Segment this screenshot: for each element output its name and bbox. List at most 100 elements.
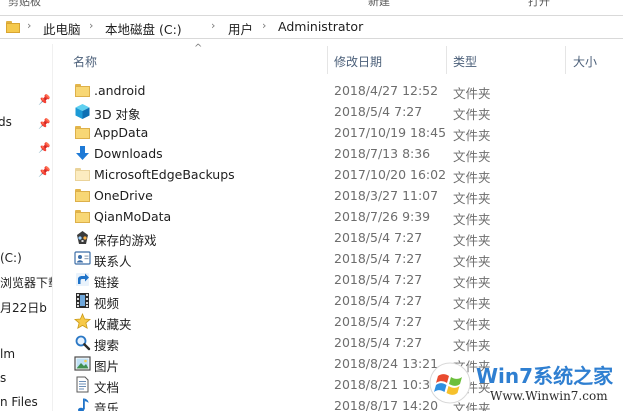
file-date: 2018/7/26 9:39	[334, 209, 431, 224]
folder-icon	[74, 124, 91, 141]
folder-icon	[74, 187, 91, 204]
file-name: 3D 对象	[94, 107, 141, 122]
file-date: 2018/8/24 13:21	[334, 356, 439, 371]
file-type: 文件夹	[453, 254, 491, 269]
file-name: 音乐	[94, 401, 120, 411]
column-header-type[interactable]: 类型	[453, 53, 477, 70]
file-date: 2018/4/27 12:52	[334, 83, 439, 98]
file-row[interactable]: 保存的游戏 2018/5/4 7:27 文件夹	[53, 227, 623, 248]
nav-item-date-folder[interactable]: 月22日b	[0, 299, 47, 316]
column-divider[interactable]	[327, 46, 328, 74]
pin-icon[interactable]: 📌	[38, 168, 50, 178]
file-date: 2018/5/4 7:27	[334, 335, 423, 350]
file-type: 文件夹	[453, 191, 491, 206]
address-bar[interactable]: › 此电脑 › 本地磁盘 (C:) › 用户 › Administrator	[0, 15, 623, 39]
file-type: 文件夹	[453, 296, 491, 311]
pictures-icon	[74, 355, 91, 372]
file-type: 文件夹	[453, 338, 491, 353]
nav-item[interactable]: ds	[0, 115, 12, 129]
column-header-date[interactable]: 修改日期	[334, 53, 382, 70]
chevron-right-icon[interactable]: ›	[262, 19, 266, 32]
column-divider[interactable]	[446, 46, 447, 74]
file-row[interactable]: QianMoData 2018/7/26 9:39 文件夹	[53, 206, 623, 227]
watermark-title: Win7系统之家	[476, 364, 614, 388]
file-type: 文件夹	[453, 86, 491, 101]
file-date: 2018/7/13 8:36	[334, 146, 431, 161]
file-name: 文档	[94, 380, 120, 395]
nav-item-drive-c[interactable]: (C:)	[0, 251, 22, 265]
file-name: QianMoData	[94, 209, 172, 224]
breadcrumb-local-disk[interactable]: 本地磁盘 (C:)	[105, 19, 182, 38]
file-name: 保存的游戏	[94, 233, 157, 248]
file-type: 文件夹	[453, 317, 491, 332]
file-name: MicrosoftEdgeBackups	[94, 167, 235, 182]
address-row: › 此电脑 › 本地磁盘 (C:) › 用户 › Administrator	[0, 8, 623, 44]
file-type: 文件夹	[453, 233, 491, 248]
music-icon	[74, 397, 91, 411]
chevron-right-icon[interactable]: ›	[89, 19, 93, 32]
ribbon-strip: 剪贴板 新建 打开	[0, 0, 623, 8]
file-name: AppData	[94, 125, 149, 140]
chevron-right-icon[interactable]: ›	[27, 19, 31, 32]
sort-ascending-icon: ^	[194, 43, 203, 54]
videos-icon	[74, 292, 91, 309]
ribbon-open-label[interactable]: 打开	[528, 0, 550, 8]
file-type: 文件夹	[453, 275, 491, 290]
pin-icon[interactable]: 📌	[38, 120, 50, 130]
ribbon-new-label[interactable]: 新建	[368, 0, 390, 8]
file-name: 搜索	[94, 338, 120, 353]
file-name: 联系人	[94, 254, 132, 269]
file-date: 2018/5/4 7:27	[334, 293, 423, 308]
download-icon	[74, 145, 91, 162]
file-row[interactable]: OneDrive 2018/3/27 11:07 文件夹	[53, 185, 623, 206]
file-name: Downloads	[94, 146, 163, 161]
column-header-name[interactable]: 名称	[73, 53, 97, 70]
file-date: 2017/10/20 16:02	[334, 167, 447, 182]
file-date: 2018/3/27 11:07	[334, 188, 439, 203]
breadcrumb-administrator[interactable]: Administrator	[278, 19, 363, 34]
favorites-icon	[74, 312, 91, 330]
file-row[interactable]: 收藏夹 2018/5/4 7:27 文件夹	[53, 311, 623, 332]
breadcrumb-users[interactable]: 用户	[228, 19, 253, 38]
file-row[interactable]: 3D 对象 2018/5/4 7:27 文件夹	[53, 101, 623, 122]
nav-item[interactable]: lm	[0, 347, 15, 361]
file-row[interactable]: AppData 2017/10/19 18:45 文件夹	[53, 122, 623, 143]
ribbon-clipboard-label[interactable]: 剪贴板	[8, 0, 41, 8]
chevron-right-icon[interactable]: ›	[211, 19, 215, 32]
file-name: 链接	[94, 275, 120, 290]
nav-item[interactable]: s	[0, 371, 6, 385]
column-header-size[interactable]: 大小	[573, 53, 597, 70]
contacts-icon	[74, 250, 91, 267]
file-row[interactable]: .android 2018/4/27 12:52 文件夹	[53, 80, 623, 101]
file-date: 2018/5/4 7:27	[334, 251, 423, 266]
file-name: 视频	[94, 296, 120, 311]
file-date: 2018/5/4 7:27	[334, 314, 423, 329]
file-row[interactable]: 链接 2018/5/4 7:27 文件夹	[53, 269, 623, 290]
file-row[interactable]: 视频 2018/5/4 7:27 文件夹	[53, 290, 623, 311]
file-date: 2018/5/4 7:27	[334, 272, 423, 287]
folder-icon	[74, 208, 91, 225]
file-row[interactable]: MicrosoftEdgeBackups 2017/10/20 16:02 文件…	[53, 164, 623, 185]
file-name: 图片	[94, 359, 120, 374]
file-name: .android	[94, 83, 146, 98]
folder-pale-icon	[74, 166, 91, 183]
column-divider[interactable]	[565, 46, 566, 74]
nav-item-browser-downloads[interactable]: 浏览器下载	[0, 274, 52, 291]
column-headers: ^ 名称 修改日期 类型 大小	[53, 43, 623, 76]
file-type: 文件夹	[453, 107, 491, 122]
file-row[interactable]: Downloads 2018/7/13 8:36 文件夹	[53, 143, 623, 164]
breadcrumb-this-pc[interactable]: 此电脑	[43, 19, 81, 38]
links-icon	[74, 271, 91, 288]
file-date: 2018/8/17 14:20	[334, 398, 439, 411]
documents-icon	[74, 376, 91, 393]
file-row[interactable]: 联系人 2018/5/4 7:27 文件夹	[53, 248, 623, 269]
folder-icon	[74, 82, 91, 99]
windows-logo-icon	[428, 361, 472, 405]
pin-icon[interactable]: 📌	[38, 96, 50, 106]
file-date: 2018/5/4 7:27	[334, 104, 423, 119]
pin-icon[interactable]: 📌	[38, 144, 50, 154]
file-row[interactable]: 搜索 2018/5/4 7:27 文件夹	[53, 332, 623, 353]
3d-objects-icon	[74, 103, 91, 120]
file-date: 2017/10/19 18:45	[334, 125, 447, 140]
nav-item-program-files[interactable]: n Files	[0, 395, 38, 409]
